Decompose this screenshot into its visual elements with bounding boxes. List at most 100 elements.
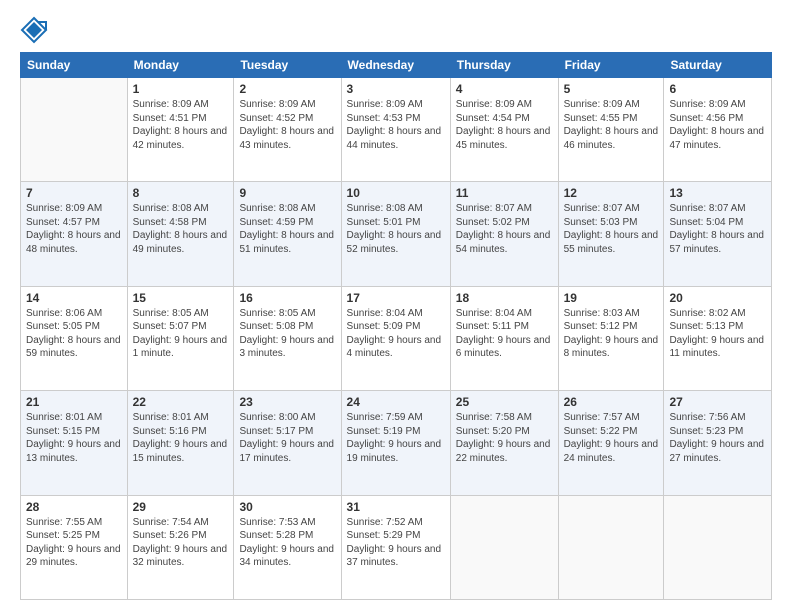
day-info: Sunrise: 8:01 AMSunset: 5:15 PMDaylight:… [26, 411, 122, 465]
day-cell: 21 Sunrise: 8:01 AMSunset: 5:15 PMDayligh… [21, 391, 128, 495]
day-cell: 18 Sunrise: 8:04 AMSunset: 5:11 PMDayligh… [450, 286, 558, 390]
day-cell [21, 78, 128, 182]
day-header-friday: Friday [558, 53, 664, 78]
day-info: Sunrise: 8:09 AMSunset: 4:57 PMDaylight:… [26, 202, 122, 256]
day-number: 6 [669, 82, 766, 96]
day-cell [664, 495, 772, 599]
day-info: Sunrise: 8:07 AMSunset: 5:04 PMDaylight:… [669, 202, 766, 256]
header-row: SundayMondayTuesdayWednesdayThursdayFrid… [21, 53, 772, 78]
day-number: 12 [564, 186, 659, 200]
day-info: Sunrise: 8:01 AMSunset: 5:16 PMDaylight:… [133, 411, 229, 465]
day-number: 31 [347, 500, 445, 514]
day-header-thursday: Thursday [450, 53, 558, 78]
day-number: 22 [133, 395, 229, 409]
day-info: Sunrise: 8:09 AMSunset: 4:51 PMDaylight:… [133, 98, 229, 152]
day-cell: 15 Sunrise: 8:05 AMSunset: 5:07 PMDayligh… [127, 286, 234, 390]
day-number: 7 [26, 186, 122, 200]
day-info: Sunrise: 8:09 AMSunset: 4:55 PMDaylight:… [564, 98, 659, 152]
week-row-3: 14Sunrise: 8:06 AMSunset: 5:05 PMDayligh… [21, 286, 772, 390]
day-info: Sunrise: 7:59 AMSunset: 5:19 PMDaylight:… [347, 411, 445, 465]
day-cell: 11Sunrise: 8:07 AMSunset: 5:02 PMDayligh… [450, 182, 558, 286]
day-info: Sunrise: 8:04 AMSunset: 5:11 PMDaylight:… [456, 307, 553, 361]
day-number: 28 [26, 500, 122, 514]
day-cell [450, 495, 558, 599]
day-number: 4 [456, 82, 553, 96]
day-cell: 22 Sunrise: 8:01 AMSunset: 5:16 PMDayligh… [127, 391, 234, 495]
day-number: 21 [26, 395, 122, 409]
day-info: Sunrise: 7:56 AMSunset: 5:23 PMDaylight:… [669, 411, 766, 465]
day-number: 9 [239, 186, 335, 200]
day-number: 20 [669, 291, 766, 305]
day-number: 24 [347, 395, 445, 409]
day-number: 25 [456, 395, 553, 409]
logo-icon [20, 16, 48, 44]
day-info: Sunrise: 7:54 AMSunset: 5:26 PMDaylight:… [133, 516, 229, 570]
page: SundayMondayTuesdayWednesdayThursdayFrid… [0, 0, 792, 612]
day-number: 17 [347, 291, 445, 305]
day-cell: 20 Sunrise: 8:02 AMSunset: 5:13 PMDayligh… [664, 286, 772, 390]
day-info: Sunrise: 8:05 AMSunset: 5:07 PMDaylight:… [133, 307, 229, 361]
day-cell: 3Sunrise: 8:09 AMSunset: 4:53 PMDaylight… [341, 78, 450, 182]
day-info: Sunrise: 7:58 AMSunset: 5:20 PMDaylight:… [456, 411, 553, 465]
day-cell: 5 Sunrise: 8:09 AMSunset: 4:55 PMDaylight… [558, 78, 664, 182]
day-header-monday: Monday [127, 53, 234, 78]
day-header-sunday: Sunday [21, 53, 128, 78]
day-cell: 8Sunrise: 8:08 AMSunset: 4:58 PMDaylight… [127, 182, 234, 286]
week-row-5: 28 Sunrise: 7:55 AMSunset: 5:25 PMDayligh… [21, 495, 772, 599]
day-number: 2 [239, 82, 335, 96]
day-info: Sunrise: 8:05 AMSunset: 5:08 PMDaylight:… [239, 307, 335, 361]
day-header-saturday: Saturday [664, 53, 772, 78]
day-info: Sunrise: 7:52 AMSunset: 5:29 PMDaylight:… [347, 516, 445, 570]
day-cell: 12 Sunrise: 8:07 AMSunset: 5:03 PMDayligh… [558, 182, 664, 286]
day-cell: 13 Sunrise: 8:07 AMSunset: 5:04 PMDayligh… [664, 182, 772, 286]
day-info: Sunrise: 7:55 AMSunset: 5:25 PMDaylight:… [26, 516, 122, 570]
day-cell: 4 Sunrise: 8:09 AMSunset: 4:54 PMDaylight… [450, 78, 558, 182]
day-number: 26 [564, 395, 659, 409]
day-number: 30 [239, 500, 335, 514]
day-number: 1 [133, 82, 229, 96]
day-cell: 2 Sunrise: 8:09 AMSunset: 4:52 PMDaylight… [234, 78, 341, 182]
day-number: 3 [347, 82, 445, 96]
day-info: Sunrise: 8:03 AMSunset: 5:12 PMDaylight:… [564, 307, 659, 361]
day-number: 5 [564, 82, 659, 96]
day-number: 19 [564, 291, 659, 305]
day-cell: 30Sunrise: 7:53 AMSunset: 5:28 PMDayligh… [234, 495, 341, 599]
day-number: 15 [133, 291, 229, 305]
day-info: Sunrise: 8:00 AMSunset: 5:17 PMDaylight:… [239, 411, 335, 465]
calendar-table: SundayMondayTuesdayWednesdayThursdayFrid… [20, 52, 772, 600]
day-number: 18 [456, 291, 553, 305]
day-number: 23 [239, 395, 335, 409]
day-cell: 1 Sunrise: 8:09 AMSunset: 4:51 PMDaylight… [127, 78, 234, 182]
day-cell: 17 Sunrise: 8:04 AMSunset: 5:09 PMDayligh… [341, 286, 450, 390]
day-cell: 7 Sunrise: 8:09 AMSunset: 4:57 PMDaylight… [21, 182, 128, 286]
day-info: Sunrise: 8:09 AMSunset: 4:54 PMDaylight:… [456, 98, 553, 152]
day-info: Sunrise: 8:09 AMSunset: 4:56 PMDaylight:… [669, 98, 766, 152]
day-info: Sunrise: 8:08 AMSunset: 4:58 PMDaylight:… [133, 202, 229, 256]
day-info: Sunrise: 8:02 AMSunset: 5:13 PMDaylight:… [669, 307, 766, 361]
day-cell [558, 495, 664, 599]
day-cell: 25 Sunrise: 7:58 AMSunset: 5:20 PMDayligh… [450, 391, 558, 495]
day-number: 27 [669, 395, 766, 409]
day-cell: 27 Sunrise: 7:56 AMSunset: 5:23 PMDayligh… [664, 391, 772, 495]
day-header-tuesday: Tuesday [234, 53, 341, 78]
day-info: Sunrise: 8:07 AMSunset: 5:03 PMDaylight:… [564, 202, 659, 256]
day-cell: 6 Sunrise: 8:09 AMSunset: 4:56 PMDaylight… [664, 78, 772, 182]
day-cell: 16 Sunrise: 8:05 AMSunset: 5:08 PMDayligh… [234, 286, 341, 390]
day-cell: 31 Sunrise: 7:52 AMSunset: 5:29 PMDayligh… [341, 495, 450, 599]
day-cell: 10Sunrise: 8:08 AMSunset: 5:01 PMDayligh… [341, 182, 450, 286]
day-cell: 26 Sunrise: 7:57 AMSunset: 5:22 PMDayligh… [558, 391, 664, 495]
day-cell: 14Sunrise: 8:06 AMSunset: 5:05 PMDayligh… [21, 286, 128, 390]
logo [20, 16, 52, 44]
day-number: 13 [669, 186, 766, 200]
day-number: 14 [26, 291, 122, 305]
day-info: Sunrise: 8:09 AMSunset: 4:52 PMDaylight:… [239, 98, 335, 152]
week-row-4: 21 Sunrise: 8:01 AMSunset: 5:15 PMDayligh… [21, 391, 772, 495]
day-header-wednesday: Wednesday [341, 53, 450, 78]
day-info: Sunrise: 8:04 AMSunset: 5:09 PMDaylight:… [347, 307, 445, 361]
day-number: 16 [239, 291, 335, 305]
day-info: Sunrise: 7:57 AMSunset: 5:22 PMDaylight:… [564, 411, 659, 465]
day-cell: 19 Sunrise: 8:03 AMSunset: 5:12 PMDayligh… [558, 286, 664, 390]
week-row-2: 7 Sunrise: 8:09 AMSunset: 4:57 PMDaylight… [21, 182, 772, 286]
day-cell: 24 Sunrise: 7:59 AMSunset: 5:19 PMDayligh… [341, 391, 450, 495]
day-info: Sunrise: 8:08 AMSunset: 4:59 PMDaylight:… [239, 202, 335, 256]
